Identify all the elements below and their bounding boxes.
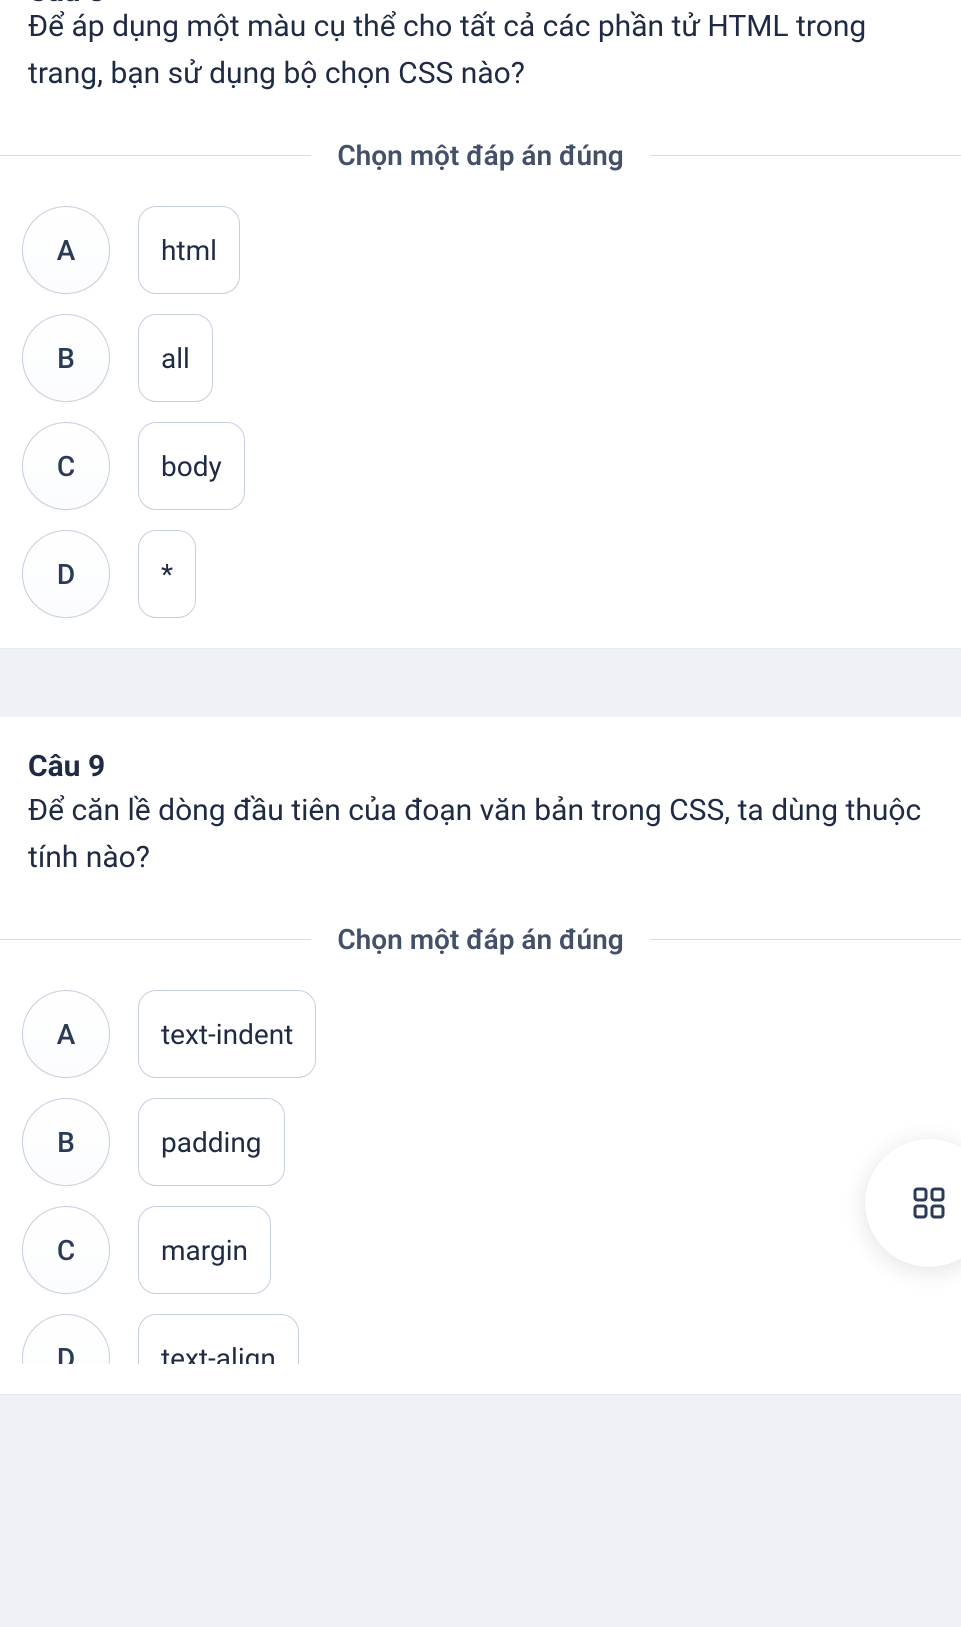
- option-row[interactable]: D text-align: [22, 1314, 939, 1364]
- option-letter-badge[interactable]: D: [22, 530, 110, 618]
- option-letter-badge[interactable]: B: [22, 314, 110, 402]
- divider-line: [650, 155, 961, 156]
- option-answer-box[interactable]: text-align: [138, 1314, 299, 1364]
- instruction-divider: Chọn một đáp án đúng: [0, 923, 961, 956]
- option-answer-box[interactable]: all: [138, 314, 213, 402]
- option-letter-badge[interactable]: A: [22, 990, 110, 1078]
- question-header: Câu 9 Để căn lề dòng đầu tiên của đoạn v…: [0, 749, 961, 889]
- option-letter-badge[interactable]: D: [22, 1314, 110, 1364]
- option-letter-badge[interactable]: C: [22, 422, 110, 510]
- question-number: Câu 9: [28, 749, 933, 784]
- option-answer-box[interactable]: text-indent: [138, 990, 316, 1078]
- divider-line: [0, 939, 311, 940]
- option-row[interactable]: C body: [22, 422, 939, 510]
- options-list: A text-indent B padding C margin D text-…: [0, 990, 961, 1364]
- option-row[interactable]: A text-indent: [22, 990, 939, 1078]
- option-answer-box[interactable]: html: [138, 206, 240, 294]
- option-answer-box[interactable]: margin: [138, 1206, 271, 1294]
- option-row[interactable]: A html: [22, 206, 939, 294]
- option-answer-box[interactable]: body: [138, 422, 245, 510]
- option-row[interactable]: C margin: [22, 1206, 939, 1294]
- option-letter-badge[interactable]: A: [22, 206, 110, 294]
- option-answer-box[interactable]: *: [138, 530, 196, 618]
- option-row[interactable]: B padding: [22, 1098, 939, 1186]
- option-row-cutoff: D text-align: [22, 1314, 939, 1364]
- instruction-text: Chọn một đáp án đúng: [311, 923, 649, 956]
- option-answer-box[interactable]: padding: [138, 1098, 285, 1186]
- option-letter-badge[interactable]: B: [22, 1098, 110, 1186]
- instruction-divider: Chọn một đáp án đúng: [0, 139, 961, 172]
- question-card: Câu 9 Để căn lề dòng đầu tiên của đoạn v…: [0, 717, 961, 1395]
- divider-line: [0, 155, 311, 156]
- option-row[interactable]: D *: [22, 530, 939, 618]
- question-card: Câu 8 Để áp dụng một màu cụ thể cho tất …: [0, 0, 961, 649]
- grid-icon: [909, 1183, 949, 1223]
- question-prompt: Để áp dụng một màu cụ thể cho tất cả các…: [28, 4, 933, 97]
- question-header: Câu 8 Để áp dụng một màu cụ thể cho tất …: [0, 0, 961, 105]
- option-row[interactable]: B all: [22, 314, 939, 402]
- options-list: A html B all C body D *: [0, 206, 961, 618]
- instruction-text: Chọn một đáp án đúng: [311, 139, 649, 172]
- divider-line: [650, 939, 961, 940]
- card-gap: [0, 649, 961, 717]
- option-letter-badge[interactable]: C: [22, 1206, 110, 1294]
- question-prompt: Để căn lề dòng đầu tiên của đoạn văn bản…: [28, 788, 933, 881]
